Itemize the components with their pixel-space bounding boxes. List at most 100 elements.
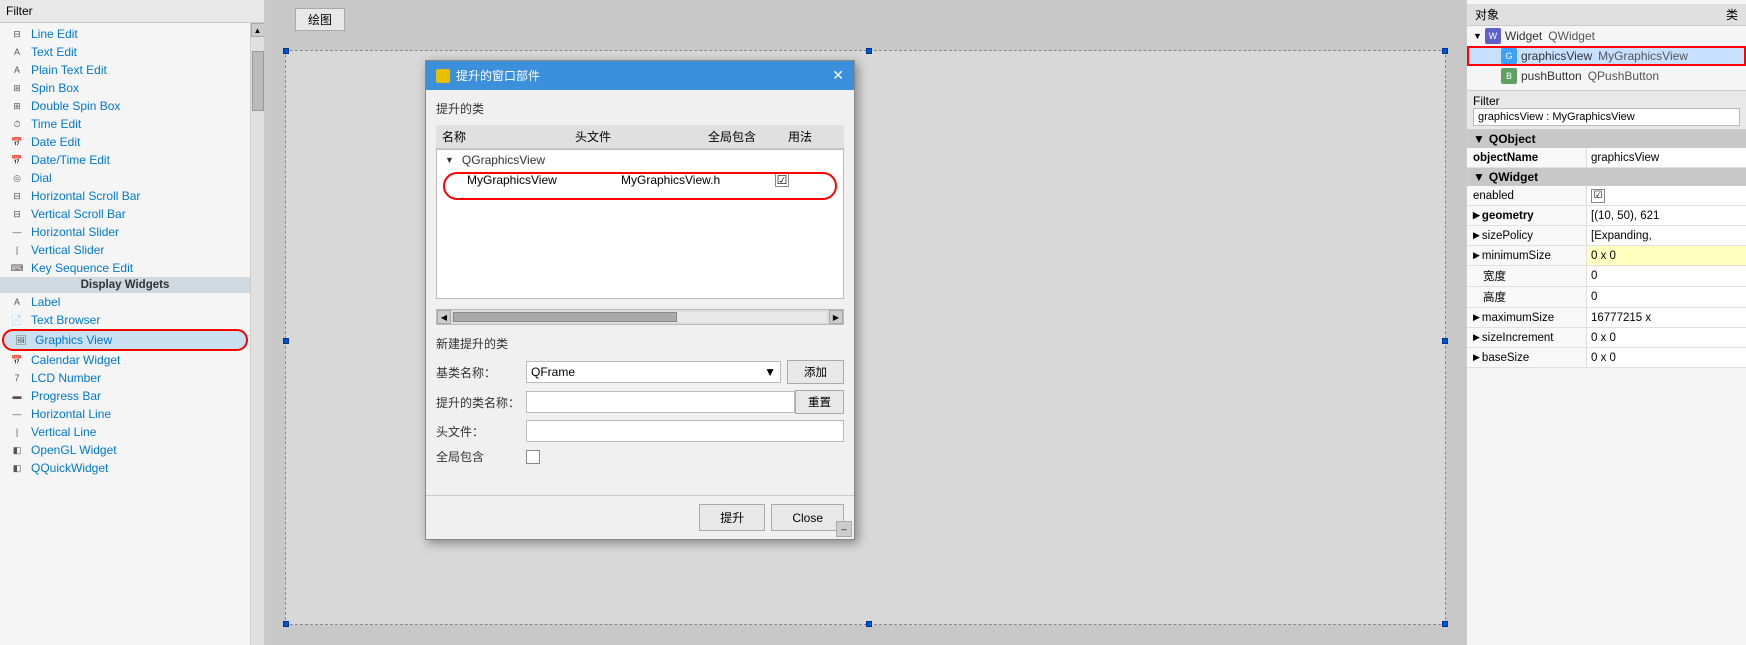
widget-icon: ⏱ bbox=[8, 117, 26, 131]
widget-item-date/time-edit[interactable]: 📅Date/Time Edit bbox=[0, 151, 250, 169]
widget-item-qquickwidget[interactable]: ◧QQuickWidget bbox=[0, 459, 250, 477]
qt-icon bbox=[436, 69, 450, 83]
widget-item-horizontal-scroll-bar[interactable]: ⊟Horizontal Scroll Bar bbox=[0, 187, 250, 205]
dialog-title: 提升的窗口部件 bbox=[456, 67, 540, 84]
left-scrollbar[interactable]: ▲ bbox=[250, 23, 264, 645]
tree-obj-class: QPushButton bbox=[1588, 69, 1659, 83]
col-global: 全局包含 bbox=[708, 128, 788, 145]
widget-item-key-sequence-edit[interactable]: ⌨Key Sequence Edit bbox=[0, 259, 250, 277]
scroll-thumb[interactable] bbox=[252, 51, 264, 111]
widget-item-spin-box[interactable]: ⊞Spin Box bbox=[0, 79, 250, 97]
prop-row-sizePolicy[interactable]: ▶sizePolicy[Expanding, bbox=[1467, 226, 1746, 246]
add-button[interactable]: 添加 bbox=[787, 360, 844, 384]
widget-label: Double Spin Box bbox=[31, 99, 120, 113]
close-button[interactable]: Close bbox=[771, 504, 844, 531]
widget-item-opengl-widget[interactable]: ◧OpenGL Widget bbox=[0, 441, 250, 459]
header-file-input[interactable] bbox=[526, 420, 844, 442]
widget-item-label[interactable]: ALabel bbox=[0, 293, 250, 311]
widget-label: Dial bbox=[31, 171, 52, 185]
widget-item-plain-text-edit[interactable]: APlain Text Edit bbox=[0, 61, 250, 79]
widget-item-text-edit[interactable]: AText Edit bbox=[0, 43, 250, 61]
widget-icon: | bbox=[8, 425, 26, 439]
widget-item-horizontal-line[interactable]: —Horizontal Line bbox=[0, 405, 250, 423]
scroll-up-arrow[interactable]: ▲ bbox=[251, 23, 265, 37]
prop-row-objectName[interactable]: objectNamegraphicsView bbox=[1467, 148, 1746, 168]
col-usage: 用法 bbox=[788, 128, 838, 145]
widget-item-vertical-line[interactable]: |Vertical Line bbox=[0, 423, 250, 441]
scrollbar-thumb[interactable] bbox=[453, 312, 677, 322]
promoted-child-item[interactable]: MyGraphicsView MyGraphicsView.h ☑ bbox=[437, 170, 843, 190]
widget-item-vertical-slider[interactable]: |Vertical Slider bbox=[0, 241, 250, 259]
promoted-name-input[interactable] bbox=[526, 391, 795, 413]
prop-value-minimumSize[interactable]: 0 x 0 bbox=[1587, 246, 1746, 265]
prop-value-geometry[interactable]: [(10, 50), 621 bbox=[1587, 206, 1746, 225]
handle-bm bbox=[866, 621, 872, 627]
handle-mr bbox=[1442, 338, 1448, 344]
new-promoted-section: 新建提升的类 基类名称： QFrame ▼ 添加 提升的类名称： 重置 头文件： bbox=[436, 335, 844, 471]
scroll-hint: – bbox=[836, 521, 852, 537]
prop-row-enabled[interactable]: enabled☑ bbox=[1467, 186, 1746, 206]
handle-br bbox=[1442, 621, 1448, 627]
widget-item-horizontal-slider[interactable]: —Horizontal Slider bbox=[0, 223, 250, 241]
widget-item-text-browser[interactable]: 📄Text Browser bbox=[0, 311, 250, 329]
widget-item-line-edit[interactable]: ⊟Line Edit bbox=[0, 25, 250, 43]
prop-checkbox[interactable]: ☑ bbox=[1591, 189, 1605, 203]
right-panel: 对象 类 ▼WWidgetQWidgetGgraphicsViewMyGraph… bbox=[1466, 0, 1746, 645]
object-panel-header: 对象 类 bbox=[1467, 4, 1746, 26]
handle-tl bbox=[283, 48, 289, 54]
tree-item-Widget[interactable]: ▼WWidgetQWidget bbox=[1467, 26, 1746, 46]
draw-button[interactable]: 绘图 bbox=[295, 8, 345, 31]
property-filter-input[interactable] bbox=[1473, 108, 1740, 126]
promote-button[interactable]: 提升 bbox=[699, 504, 765, 531]
prop-value-高度[interactable]: 0 bbox=[1587, 287, 1746, 307]
base-class-value: QFrame bbox=[531, 365, 575, 379]
widget-item-dial[interactable]: ◎Dial bbox=[0, 169, 250, 187]
prop-value-enabled[interactable]: ☑ bbox=[1587, 186, 1746, 205]
widget-item-date-edit[interactable]: 📅Date Edit bbox=[0, 133, 250, 151]
reset-button[interactable]: 重置 bbox=[795, 390, 844, 414]
handle-tm bbox=[866, 48, 872, 54]
widget-item-time-edit[interactable]: ⏱Time Edit bbox=[0, 115, 250, 133]
widget-icon: 7 bbox=[8, 371, 26, 385]
prop-value-objectName[interactable]: graphicsView bbox=[1587, 148, 1746, 167]
tree-item-pushButton[interactable]: BpushButtonQPushButton bbox=[1467, 66, 1746, 86]
widget-item-progress-bar[interactable]: ▬Progress Bar bbox=[0, 387, 250, 405]
prop-row-maximumSize[interactable]: ▶maximumSize16777215 x bbox=[1467, 308, 1746, 328]
widget-item-graphics-view[interactable]: 🖼Graphics View bbox=[2, 329, 248, 351]
tree-obj-class: QWidget bbox=[1548, 29, 1595, 43]
widget-icon: ▬ bbox=[8, 389, 26, 403]
prop-row-sizeIncrement[interactable]: ▶sizeIncrement0 x 0 bbox=[1467, 328, 1746, 348]
prop-value-宽度[interactable]: 0 bbox=[1587, 266, 1746, 286]
prop-row-baseSize[interactable]: ▶baseSize0 x 0 bbox=[1467, 348, 1746, 368]
widget-item-calendar-widget[interactable]: 📅Calendar Widget bbox=[0, 351, 250, 369]
prop-row-宽度[interactable]: 宽度0 bbox=[1467, 266, 1746, 287]
tree-icon: G bbox=[1501, 48, 1517, 64]
tree-item-graphicsView[interactable]: GgraphicsViewMyGraphicsView bbox=[1467, 46, 1746, 66]
prop-name-宽度: 宽度 bbox=[1467, 266, 1587, 286]
prop-value-maximumSize[interactable]: 16777215 x bbox=[1587, 308, 1746, 327]
global-include-row: 全局包含 bbox=[436, 448, 844, 465]
scroll-left-arrow[interactable]: ◀ bbox=[437, 310, 451, 324]
global-include-checkbox[interactable] bbox=[526, 450, 540, 464]
prop-section-QWidget: ▼QWidget bbox=[1467, 168, 1746, 186]
horizontal-scrollbar[interactable]: ◀ ▶ – bbox=[436, 309, 844, 325]
prop-value-sizeIncrement[interactable]: 0 x 0 bbox=[1587, 328, 1746, 347]
prop-value-baseSize[interactable]: 0 x 0 bbox=[1587, 348, 1746, 367]
base-class-select[interactable]: QFrame ▼ bbox=[526, 361, 781, 383]
prop-name-objectName: objectName bbox=[1467, 148, 1587, 167]
dialog-close-button[interactable]: ✕ bbox=[832, 67, 844, 84]
widget-item-double-spin-box[interactable]: ⊞Double Spin Box bbox=[0, 97, 250, 115]
prop-value-sizePolicy[interactable]: [Expanding, bbox=[1587, 226, 1746, 245]
prop-row-geometry[interactable]: ▶geometry[(10, 50), 621 bbox=[1467, 206, 1746, 226]
promoted-list[interactable]: ▼ QGraphicsView MyGraphicsView MyGraphic… bbox=[436, 149, 844, 299]
child-checkbox[interactable]: ☑ bbox=[775, 173, 789, 187]
widget-label: Spin Box bbox=[31, 81, 79, 95]
scroll-right-arrow[interactable]: ▶ bbox=[829, 310, 843, 324]
prop-row-高度[interactable]: 高度0 bbox=[1467, 287, 1746, 308]
widget-item-lcd-number[interactable]: 7LCD Number bbox=[0, 369, 250, 387]
widget-label: Vertical Scroll Bar bbox=[31, 207, 126, 221]
tree-chevron: ▼ bbox=[1473, 31, 1482, 41]
widget-label: Text Edit bbox=[31, 45, 77, 59]
widget-item-vertical-scroll-bar[interactable]: ⊟Vertical Scroll Bar bbox=[0, 205, 250, 223]
prop-row-minimumSize[interactable]: ▶minimumSize0 x 0 bbox=[1467, 246, 1746, 266]
